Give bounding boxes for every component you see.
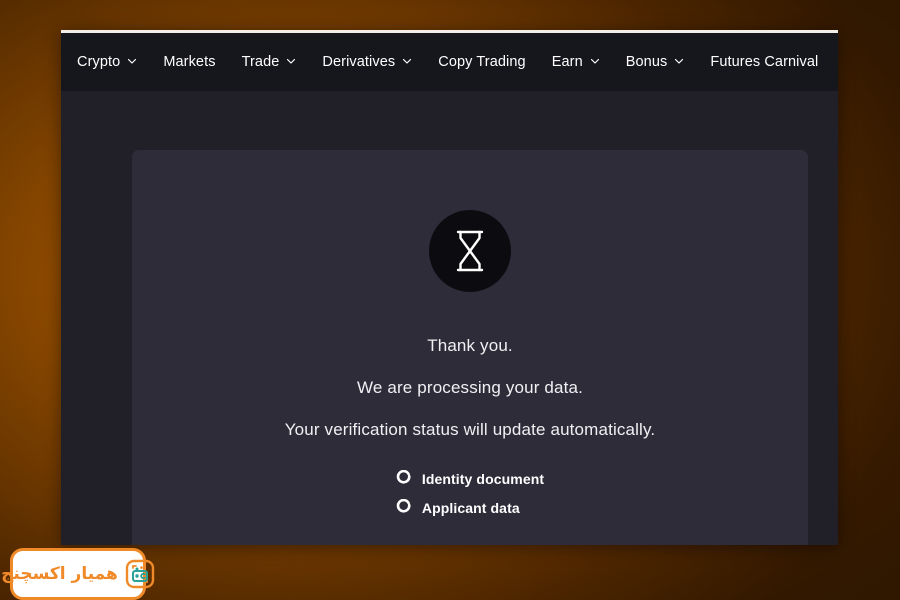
card-content: Thank you. We are processing your data. … — [132, 150, 808, 516]
nav-item-label: Earn — [551, 53, 583, 70]
thank-you-message: Thank you. — [427, 336, 513, 355]
status-update-message: Your verification status will update aut… — [284, 420, 656, 439]
chevron-down-icon — [590, 56, 600, 66]
spinner-icon — [396, 498, 413, 516]
exchange-wallet-logo-icon — [125, 559, 155, 589]
desktop-background: Crypto Markets Trade Derivatives Copy Tr… — [0, 0, 900, 600]
page-body: Thank you. We are processing your data. … — [61, 91, 838, 545]
nav-item-futures-carnival[interactable]: Futures Carnival — [697, 47, 831, 78]
nav-item-label: Copy Trading — [438, 53, 526, 70]
nav-item-label: Markets — [163, 53, 216, 70]
nav-item-derivatives[interactable]: Derivatives — [309, 47, 425, 78]
nav-item-earn[interactable]: Earn — [539, 47, 613, 78]
chevron-down-icon — [674, 56, 684, 66]
status-item-label: Applicant data — [421, 499, 520, 516]
nav-item-label: Derivatives — [322, 53, 396, 70]
hourglass-icon — [429, 210, 511, 292]
status-item-label: Identity document — [421, 470, 545, 487]
chevron-down-icon — [402, 56, 412, 66]
watermark-badge: همیار اکسچنج — [1, 548, 155, 600]
spinner-icon — [396, 469, 413, 487]
nav-item-trade[interactable]: Trade — [229, 47, 310, 78]
nav-item-bonus[interactable]: Bonus — [613, 47, 698, 78]
browser-window: Crypto Markets Trade Derivatives Copy Tr… — [61, 30, 838, 545]
nav-item-copy-trading[interactable]: Copy Trading — [425, 47, 538, 78]
nav-item-crypto[interactable]: Crypto — [64, 47, 150, 78]
nav-item-markets[interactable]: Markets — [150, 47, 228, 78]
main-navigation-bar: Crypto Markets Trade Derivatives Copy Tr… — [61, 33, 838, 91]
status-item-applicant-data: Applicant data — [396, 498, 544, 516]
nav-item-label: Crypto — [77, 53, 121, 70]
chevron-down-icon — [127, 56, 137, 66]
processing-message: We are processing your data. — [357, 378, 583, 397]
verification-status-list: Identity document Applicant data — [396, 469, 545, 516]
chevron-down-icon — [286, 56, 296, 66]
watermark-text: همیار اکسچنج — [1, 564, 118, 584]
nav-item-label: Futures Carnival — [710, 53, 819, 70]
status-item-identity-document: Identity document — [396, 469, 545, 487]
verification-status-card: Thank you. We are processing your data. … — [132, 150, 808, 545]
nav-item-label: Bonus — [625, 53, 668, 70]
nav-item-label: Trade — [241, 53, 280, 70]
